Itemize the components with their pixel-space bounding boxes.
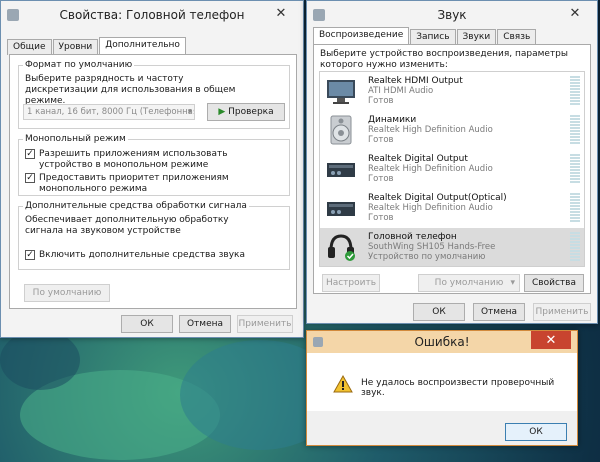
- tab-panel: Выберите устройство воспроизведения, пар…: [313, 44, 591, 294]
- volume-meter: [570, 115, 580, 145]
- checkbox-label: Разрешить приложениям использовать устро…: [39, 149, 228, 170]
- exclusive-mode-group: Монопольный режим ✓ Разрешить приложения…: [18, 134, 290, 196]
- enable-enhancements-checkbox[interactable]: ✓ Включить дополнительные средства звука: [25, 250, 281, 260]
- checkbox-label: Предоставить приоритет приложениям моноп…: [39, 173, 229, 194]
- device-item[interactable]: Динамики Realtek High Definition Audio Г…: [320, 111, 584, 150]
- volume-meter: [570, 154, 580, 184]
- volume-meter: [570, 76, 580, 106]
- set-default-button[interactable]: По умолчанию ▾: [418, 274, 520, 292]
- device-driver: Realtek High Definition Audio: [368, 203, 493, 213]
- configure-button[interactable]: Настроить: [322, 274, 380, 292]
- headset-icon: [325, 232, 357, 262]
- digital-output-icon: [325, 154, 357, 184]
- group-title: Формат по умолчанию: [23, 60, 135, 70]
- ok-button[interactable]: ОК: [413, 303, 465, 321]
- error-message: Не удалось воспроизвести проверочный зву…: [361, 378, 555, 398]
- tab-panel: Формат по умолчанию Выберите разрядность…: [9, 54, 297, 309]
- dialog-title: Свойства: Головной телефон: [59, 8, 245, 22]
- format-select[interactable]: 1 канал, 16 бит, 8000 Гц (Телефонная ли …: [23, 104, 195, 120]
- close-button[interactable]: ✕: [531, 331, 571, 349]
- device-status: Готов: [368, 135, 394, 145]
- set-default-label: По умолчанию: [434, 278, 504, 288]
- volume-meter: [570, 232, 580, 262]
- device-item[interactable]: Realtek HDMI Output ATI HDMI Audio Готов: [320, 72, 584, 111]
- checkbox-label: Включить дополнительные средства звука: [39, 250, 246, 260]
- close-button[interactable]: ✕: [557, 3, 593, 23]
- device-name: Динамики: [368, 115, 417, 125]
- tab-recording[interactable]: Запись: [410, 29, 456, 45]
- signal-enhancements-group: Дополнительные средства обработки сигнал…: [18, 201, 290, 270]
- properties-button[interactable]: Свойства: [524, 274, 584, 292]
- device-status: Готов: [368, 213, 394, 223]
- device-item[interactable]: Realtek Digital Output Realtek High Defi…: [320, 150, 584, 189]
- enhancements-description: Обеспечивает дополнительную обработку си…: [25, 215, 229, 236]
- checkbox-checked-icon: ✓: [25, 250, 35, 260]
- device-list[interactable]: Realtek HDMI Output ATI HDMI Audio Готов…: [319, 71, 585, 267]
- wallpaper-blob: [0, 330, 80, 390]
- chevron-down-icon: ▾: [510, 278, 515, 288]
- device-name: Головной телефон: [368, 232, 457, 242]
- dialog-title: Звук: [437, 8, 467, 22]
- warning-icon: [333, 374, 353, 396]
- sound-dialog: Звук ✕ Воспроизведение Запись Звуки Связ…: [306, 0, 598, 324]
- titlebar: Ошибка! ✕: [307, 331, 577, 353]
- titlebar: Звук ✕: [307, 1, 597, 29]
- headphone-properties-dialog: Свойства: Головной телефон ✕ Общие Уровн…: [0, 0, 304, 338]
- device-status: Готов: [368, 174, 394, 184]
- exclusive-priority-checkbox[interactable]: ✓ Предоставить приоритет приложениям мон…: [25, 173, 281, 195]
- group-title: Монопольный режим: [23, 134, 128, 144]
- play-icon: ▶: [218, 107, 226, 117]
- group-title: Дополнительные средства обработки сигнал…: [23, 201, 249, 211]
- error-ok-button[interactable]: ОК: [505, 423, 567, 441]
- device-driver: SouthWing SH105 Hands-Free: [368, 242, 496, 252]
- device-item[interactable]: Realtek Digital Output(Optical) Realtek …: [320, 189, 584, 228]
- device-driver: Realtek High Definition Audio: [368, 125, 493, 135]
- restore-default-button[interactable]: По умолчанию: [24, 284, 110, 302]
- error-dialog: Ошибка! ✕ Не удалось воспроизвести прове…: [306, 330, 578, 446]
- device-name: Realtek Digital Output: [368, 154, 468, 164]
- format-select-value: 1 канал, 16 бит, 8000 Гц (Телефонная ли: [27, 107, 195, 117]
- device-name: Realtek HDMI Output: [368, 76, 463, 86]
- test-button[interactable]: ▶ Проверка: [207, 103, 285, 121]
- ok-button[interactable]: ОК: [121, 315, 173, 333]
- cancel-button[interactable]: Отмена: [473, 303, 525, 321]
- tab-bar: Общие Уровни Дополнительно: [1, 35, 303, 56]
- device-name: Realtek Digital Output(Optical): [368, 193, 507, 203]
- close-button[interactable]: ✕: [263, 3, 299, 23]
- cancel-button[interactable]: Отмена: [179, 315, 231, 333]
- device-driver: Realtek High Definition Audio: [368, 164, 493, 174]
- apply-button[interactable]: Применить: [237, 315, 293, 333]
- tab-sounds[interactable]: Звуки: [456, 29, 497, 45]
- default-format-group: Формат по умолчанию Выберите разрядность…: [18, 60, 290, 129]
- device-status: Готов: [368, 96, 394, 106]
- tab-general[interactable]: Общие: [7, 39, 52, 55]
- tab-levels[interactable]: Уровни: [52, 39, 99, 55]
- allow-exclusive-checkbox[interactable]: ✓ Разрешить приложениям использовать уст…: [25, 149, 281, 171]
- titlebar: Свойства: Головной телефон ✕: [1, 1, 303, 29]
- monitor-icon: [325, 76, 357, 106]
- checkbox-checked-icon: ✓: [25, 149, 35, 159]
- speaker-icon: [325, 115, 357, 145]
- volume-meter: [570, 193, 580, 223]
- tab-communications[interactable]: Связь: [497, 29, 537, 45]
- checkbox-checked-icon: ✓: [25, 173, 35, 183]
- apply-button[interactable]: Применить: [533, 303, 591, 321]
- device-status: Устройство по умолчанию: [368, 252, 486, 262]
- instruction-text: Выберите устройство воспроизведения, пар…: [320, 49, 569, 70]
- optical-output-icon: [325, 193, 357, 223]
- device-driver: ATI HDMI Audio: [368, 86, 434, 96]
- chevron-down-icon: ▾: [187, 107, 192, 117]
- device-item-selected[interactable]: Головной телефон SouthWing SH105 Hands-F…: [320, 228, 584, 266]
- test-button-label: Проверка: [228, 107, 274, 117]
